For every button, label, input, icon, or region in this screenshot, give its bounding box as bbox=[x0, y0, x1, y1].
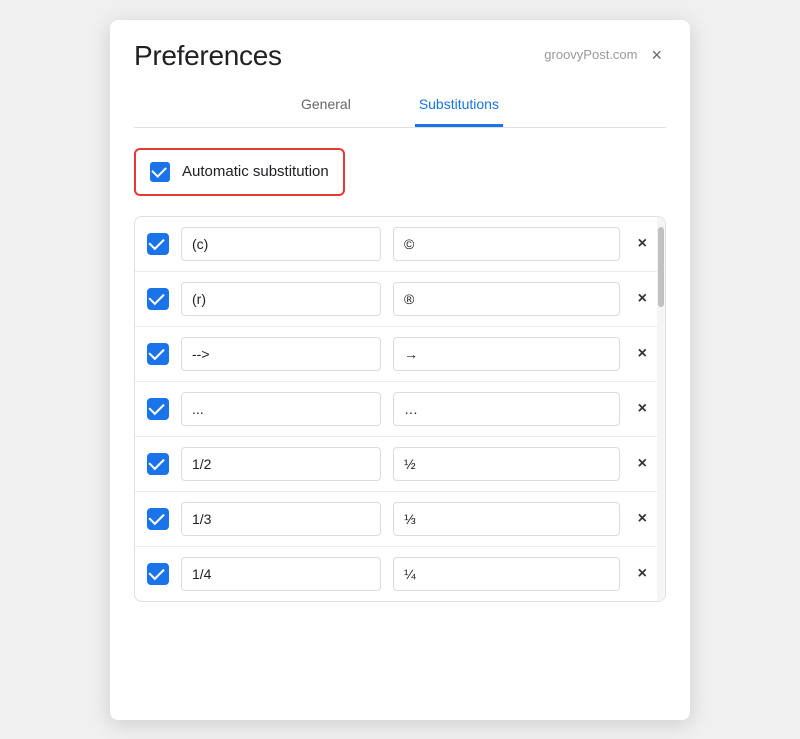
close-button[interactable]: × bbox=[647, 46, 666, 64]
row-1-checkbox[interactable] bbox=[147, 233, 169, 255]
row-1-to-input[interactable] bbox=[393, 227, 620, 261]
scrollbar-thumb[interactable] bbox=[658, 227, 664, 307]
row-2-from-input[interactable] bbox=[181, 282, 381, 316]
substitutions-table: × × × × bbox=[134, 216, 666, 602]
row-4-delete-button[interactable]: × bbox=[632, 396, 653, 422]
dialog-title: Preferences bbox=[134, 40, 282, 72]
row-5-delete-button[interactable]: × bbox=[632, 451, 653, 477]
row-3-from-input[interactable] bbox=[181, 337, 381, 371]
row-6-checkbox[interactable] bbox=[147, 508, 169, 530]
tab-substitutions[interactable]: Substitutions bbox=[415, 88, 503, 127]
row-5-to-input[interactable] bbox=[393, 447, 620, 481]
row-6-from-input[interactable] bbox=[181, 502, 381, 536]
row-7-from-input[interactable] bbox=[181, 557, 381, 591]
row-4-checkbox[interactable] bbox=[147, 398, 169, 420]
row-7-delete-button[interactable]: × bbox=[632, 561, 653, 587]
table-row: × bbox=[135, 382, 665, 437]
table-row: × bbox=[135, 547, 665, 601]
auto-substitution-checkbox[interactable] bbox=[150, 162, 170, 182]
dialog-header: Preferences groovyPost.com × bbox=[110, 20, 690, 72]
row-1-delete-button[interactable]: × bbox=[632, 231, 653, 257]
row-4-from-input[interactable] bbox=[181, 392, 381, 426]
row-2-to-input[interactable] bbox=[393, 282, 620, 316]
tab-general[interactable]: General bbox=[297, 88, 355, 127]
row-5-from-input[interactable] bbox=[181, 447, 381, 481]
tabs-container: General Substitutions bbox=[134, 72, 666, 128]
row-7-checkbox[interactable] bbox=[147, 563, 169, 585]
row-3-delete-button[interactable]: × bbox=[632, 341, 653, 367]
tab-content: Automatic substitution × × bbox=[110, 128, 690, 622]
row-7-to-input[interactable] bbox=[393, 557, 620, 591]
auto-substitution-label: Automatic substitution bbox=[182, 163, 329, 180]
scrollbar-track bbox=[657, 217, 665, 601]
table-row: × bbox=[135, 272, 665, 327]
row-4-to-input[interactable] bbox=[393, 392, 620, 426]
table-row: × bbox=[135, 327, 665, 382]
dialog-meta: groovyPost.com × bbox=[544, 40, 666, 64]
row-3-to-input[interactable] bbox=[393, 337, 620, 371]
table-row: × bbox=[135, 437, 665, 492]
row-1-from-input[interactable] bbox=[181, 227, 381, 261]
auto-substitution-row[interactable]: Automatic substitution bbox=[134, 148, 345, 196]
row-6-delete-button[interactable]: × bbox=[632, 506, 653, 532]
table-row: × bbox=[135, 217, 665, 272]
row-5-checkbox[interactable] bbox=[147, 453, 169, 475]
dialog-source: groovyPost.com bbox=[544, 47, 637, 62]
table-row: × bbox=[135, 492, 665, 547]
row-3-checkbox[interactable] bbox=[147, 343, 169, 365]
row-6-to-input[interactable] bbox=[393, 502, 620, 536]
row-2-delete-button[interactable]: × bbox=[632, 286, 653, 312]
preferences-dialog: Preferences groovyPost.com × General Sub… bbox=[110, 20, 690, 720]
row-2-checkbox[interactable] bbox=[147, 288, 169, 310]
